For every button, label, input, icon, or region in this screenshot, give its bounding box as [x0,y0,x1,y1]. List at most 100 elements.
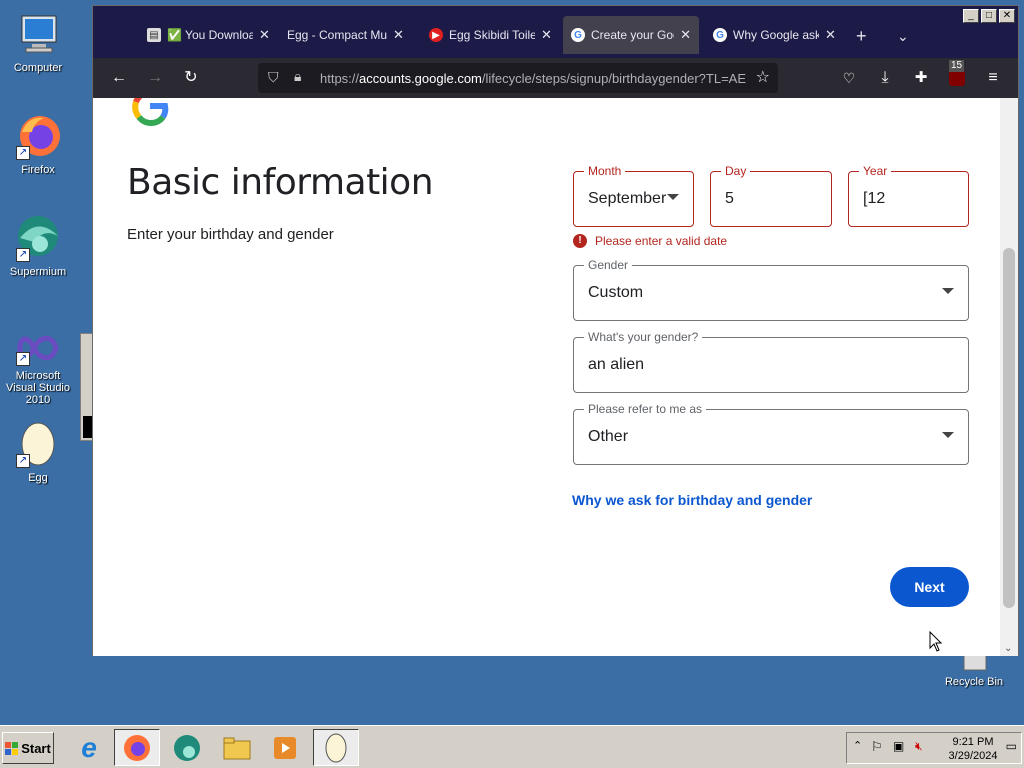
clock[interactable]: 9:21 PM 3/29/2024 [943,735,1003,763]
network-icon[interactable]: ▣ [893,739,904,753]
visual-studio-icon: ↗ [14,330,62,366]
close-tab-icon[interactable]: ✕ [680,27,691,43]
error-icon: ! [573,234,587,248]
minimize-button[interactable]: _ [963,9,979,23]
start-button[interactable]: Start [2,732,54,764]
taskbar-supermium[interactable] [164,729,210,766]
downloads-icon[interactable]: ⤓ [873,66,897,90]
desktop-icon-visual-studio[interactable]: ↗ Microsoft Visual Studio 2010 [0,330,76,406]
pronoun-label: Please refer to me as [584,402,707,416]
close-tab-icon[interactable]: ✕ [541,27,552,43]
forward-button[interactable]: → [143,66,167,90]
show-desktop-icon[interactable]: ▭ [1006,739,1017,753]
close-tab-icon[interactable]: ✕ [259,27,270,43]
mouse-cursor-icon [929,631,943,652]
shortcut-arrow-icon: ↗ [16,352,30,366]
taskbar-firefox[interactable] [114,729,160,766]
maximize-button[interactable]: □ [981,9,997,23]
computer-icon [14,10,62,58]
pocket-icon[interactable]: ♡ [837,66,861,90]
scrollbar-thumb[interactable] [1003,248,1015,608]
windows-logo-icon [5,741,19,755]
supermium-icon: ↗ [14,214,62,262]
day-label: Day [721,164,751,178]
firefox-icon [124,734,150,761]
clock-time: 9:21 PM [952,736,994,748]
pronoun-select[interactable]: Please refer to me as Other [573,402,969,465]
gender-value: Custom [588,284,644,301]
youtube-icon: ▶ [429,28,443,42]
error-text: Please enter a valid date [595,234,728,248]
close-tab-icon[interactable]: ✕ [825,27,836,43]
day-field[interactable]: Day 5 [710,164,832,227]
desktop-icon-supermium[interactable]: ↗ Supermium [0,214,76,278]
show-hidden-icons-icon[interactable]: ⌃ [853,739,862,752]
gender-select[interactable]: Gender Custom [573,258,969,321]
day-value: 5 [725,190,734,207]
reload-button[interactable]: ↻ [179,66,203,90]
taskbar-internet-explorer[interactable]: e [66,729,112,766]
url-text[interactable]: https://accounts.google.com/lifecycle/st… [320,71,750,86]
lock-icon[interactable]: 🔒︎ [294,68,301,85]
tab-label: Create your Goo [591,28,675,42]
shield-icon[interactable]: ⛉ [268,69,279,86]
desktop-icon-egg[interactable]: ↗ Egg [0,420,76,484]
volume-muted-icon[interactable]: 🔇︎ [915,739,923,754]
internet-explorer-icon: e [81,731,97,763]
custom-gender-field[interactable]: What's your gender? an alien [573,330,969,393]
taskbar: Start e ⌃ ⚐ ▣ 🔇︎ 9:21 PM 3/29/2024 ▭ [0,725,1024,768]
month-select[interactable]: Month September [573,164,694,227]
tab-you-download[interactable]: ▤ ✅ You Download ✕ [139,16,278,54]
year-label: Year [859,164,892,178]
desktop-icon-recycle-bin[interactable]: Recycle Bin [936,652,1012,688]
close-tab-icon[interactable]: ✕ [393,27,404,43]
egg-icon: ↗ [14,420,62,468]
page-subtitle: Enter your birthday and gender [127,226,334,243]
media-player-icon [274,736,296,759]
page-scrollbar[interactable]: ⌄ [1000,98,1018,656]
menu-icon[interactable]: ≡ [981,66,1005,90]
google-icon: G [713,28,727,42]
pronoun-value: Other [588,428,629,445]
chevron-down-icon [942,432,954,438]
system-tray: ⌃ ⚐ ▣ 🔇︎ 9:21 PM 3/29/2024 ▭ [846,732,1022,764]
start-label: Start [21,740,51,756]
scroll-down-arrow-icon[interactable]: ⌄ [1004,643,1012,654]
chevron-down-icon [942,288,954,294]
egg-icon [325,733,347,762]
taskbar-media-player[interactable] [262,729,308,766]
taskbar-egg[interactable] [313,729,359,766]
shortcut-arrow-icon: ↗ [16,248,30,262]
document-icon: ▤ [147,28,161,42]
tab-egg-compact[interactable]: Egg - Compact Multifu ✕ [279,16,412,54]
new-tab-button[interactable]: + [856,26,867,47]
page-content: Basic information Enter your birthday an… [93,98,1001,656]
next-button[interactable]: Next [890,567,969,607]
desktop-icon-label: Recycle Bin [944,676,1004,688]
list-all-tabs-button[interactable]: ⌄ [897,28,909,45]
taskbar-file-explorer[interactable] [214,729,260,766]
desktop-icon-label: Firefox [21,164,55,176]
action-center-flag-icon[interactable]: ⚐ [871,739,883,755]
chevron-down-icon [667,194,679,200]
address-bar[interactable]: ⛉ 🔒︎ https://accounts.google.com/lifecyc… [258,63,778,93]
desktop-icon-label: Microsoft Visual Studio 2010 [5,370,70,406]
extensions-icon[interactable]: ✚ [909,66,933,90]
year-field[interactable]: Year [12 [848,164,969,227]
supermium-icon [174,734,200,761]
ublock-extension-icon[interactable]: 15 [945,60,969,90]
shortcut-arrow-icon: ↗ [16,454,30,468]
tab-why-google-asks[interactable]: G Why Google ask ✕ [705,16,844,54]
bookmark-star-icon[interactable]: ☆ [756,67,770,87]
desktop-icon-computer[interactable]: Computer [0,10,76,74]
tab-strip: _ □ ✕ ▤ ✅ You Download ✕ Egg - Compact M… [93,6,1018,58]
tab-egg-skibidi[interactable]: ▶ Egg Skibidi Toilet ✕ [421,16,560,54]
desktop-icon-label: Computer [13,62,63,74]
back-button[interactable]: ← [107,66,131,90]
tab-create-google-account[interactable]: G Create your Goo ✕ [563,16,699,54]
close-window-button[interactable]: ✕ [999,9,1015,23]
why-we-ask-link[interactable]: Why we ask for birthday and gender [572,492,812,508]
custom-gender-value: an alien [588,356,645,373]
desktop-icon-firefox[interactable]: ↗ Firefox [0,112,76,176]
tab-label: Why Google ask [733,28,819,42]
